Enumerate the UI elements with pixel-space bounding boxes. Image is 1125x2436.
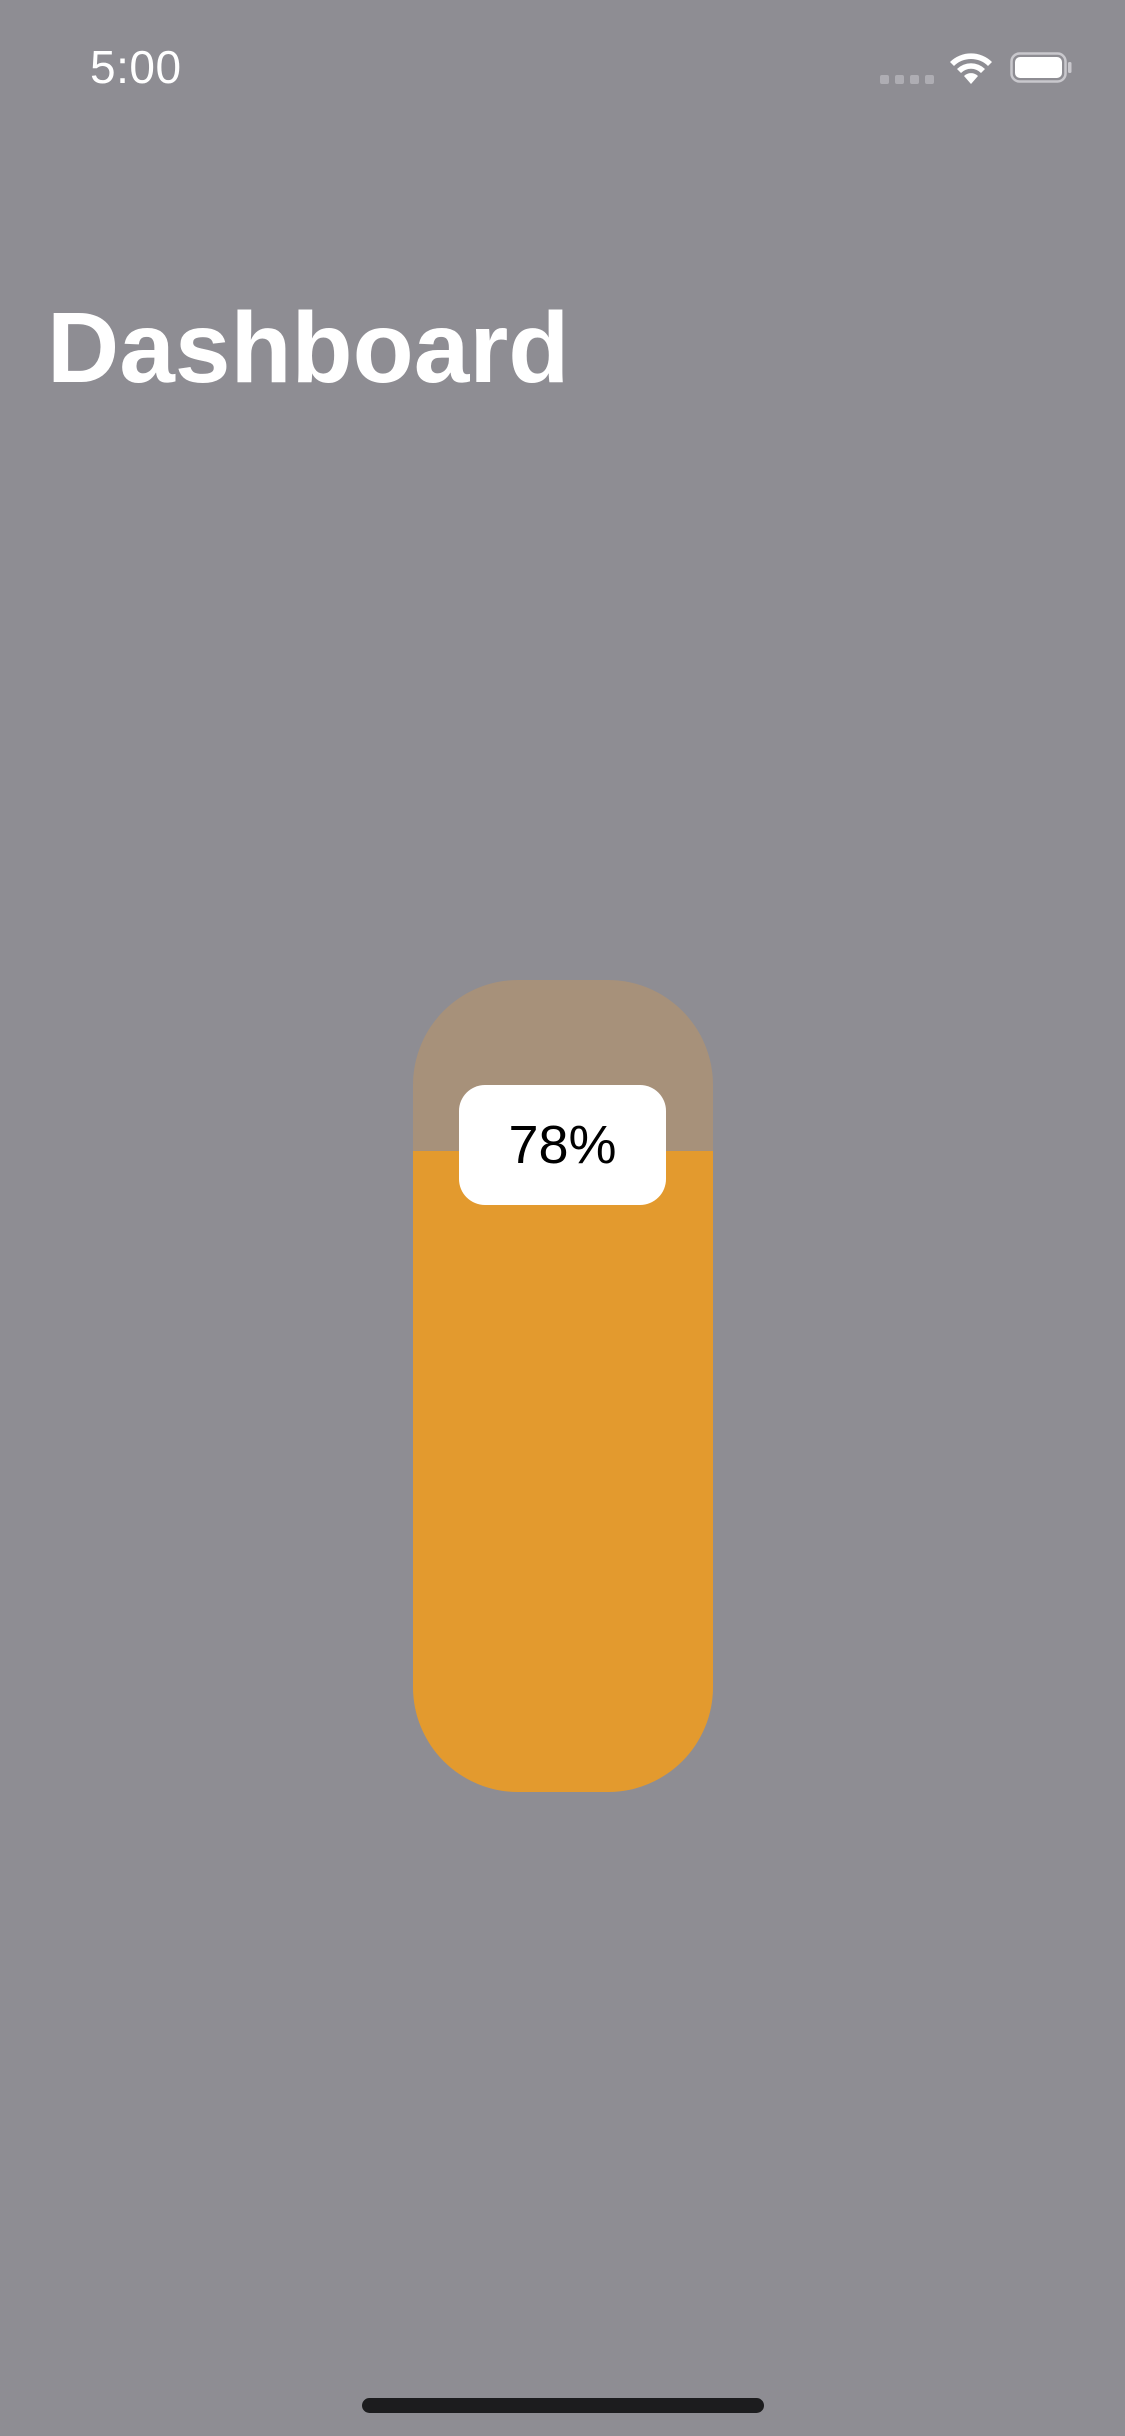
home-indicator[interactable] xyxy=(362,2398,764,2413)
status-time: 5:00 xyxy=(90,41,182,93)
screen: 5:00 Dashboard 78% xyxy=(0,0,1125,2436)
gauge-fill xyxy=(413,1150,713,1792)
cellular-signal-icon xyxy=(880,75,934,84)
page-title: Dashboard xyxy=(47,292,570,404)
gauge-value-label: 78% xyxy=(459,1085,666,1205)
wifi-icon xyxy=(950,53,992,84)
battery-icon xyxy=(1010,52,1072,83)
status-bar: 5:00 xyxy=(0,0,1125,132)
